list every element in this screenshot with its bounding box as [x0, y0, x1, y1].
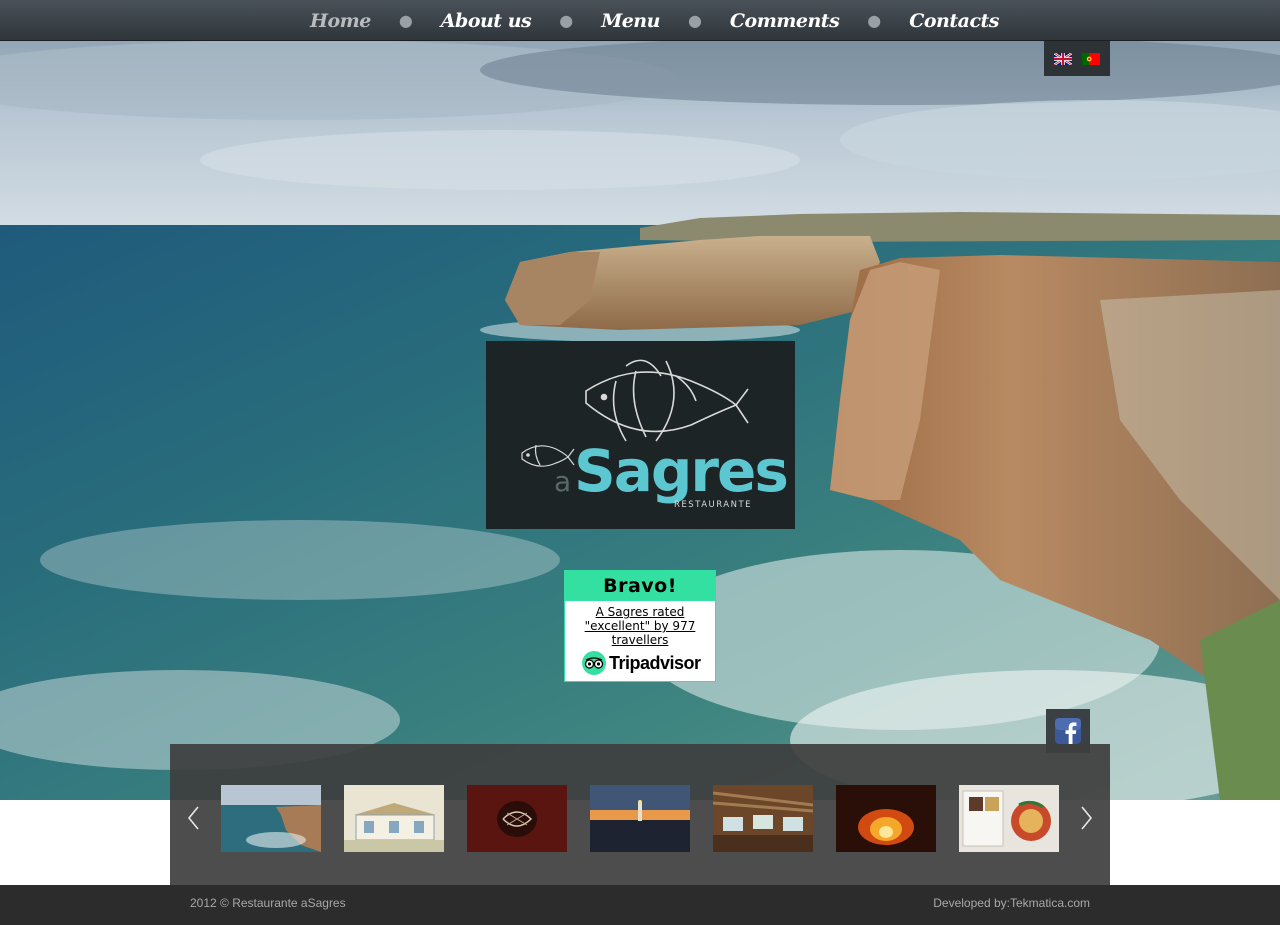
large-fish-icon — [585, 359, 749, 442]
nav-items: Home ● About us ● Menu ● Comments ● Cont… — [300, 0, 1009, 41]
logo-prefix: a — [554, 465, 571, 498]
page: Home ● About us ● Menu ● Comments ● Cont… — [0, 0, 1280, 925]
uk-flag-icon[interactable] — [1054, 52, 1072, 65]
logo-subtitle: RESTAURANTE — [674, 500, 752, 510]
nav-separator: ● — [398, 11, 413, 30]
top-navigation-bar: Home ● About us ● Menu ● Comments ● Cont… — [0, 0, 1280, 41]
tripadvisor-heading: Bravo! — [565, 571, 715, 601]
thumbnail-fireplace[interactable] — [836, 785, 936, 852]
developer-label: Developed by: — [933, 896, 1010, 910]
chevron-right-icon[interactable] — [1076, 804, 1096, 832]
nav-item-home[interactable]: Home — [300, 10, 381, 32]
thumbnail-restaurant-building-sketch[interactable] — [344, 785, 444, 852]
nav-separator: ● — [687, 11, 702, 30]
nav-separator: ● — [559, 11, 574, 30]
thumbnail-menu-magazine[interactable] — [959, 785, 1059, 852]
nav-item-about-us[interactable]: About us — [431, 10, 541, 32]
small-fish-icon — [521, 444, 575, 467]
developer-credit: Developed by:Tekmatica.com — [933, 896, 1090, 910]
tripadvisor-brand: Tripadvisor — [609, 652, 701, 673]
footer: 2012 © Restaurante aSagres Developed by:… — [0, 885, 1280, 925]
tripadvisor-logo[interactable]: Tripadvisor — [582, 651, 701, 675]
developer-link[interactable]: Tekmatica.com — [1010, 896, 1090, 910]
restaurant-logo: a Sagres RESTAURANTE — [486, 341, 795, 529]
thumbnail-fish-artwork[interactable] — [467, 785, 567, 852]
thumbnail-lighthouse-sunset[interactable] — [590, 785, 690, 852]
portugal-flag-icon[interactable] — [1082, 52, 1100, 65]
tripadvisor-widget: Bravo! A Sagres rated "excellent" by 977… — [564, 570, 716, 682]
logo-brand-name: Sagres — [574, 437, 787, 505]
nav-item-contacts[interactable]: Contacts — [899, 10, 1009, 32]
chevron-left-icon[interactable] — [184, 804, 204, 832]
copyright-text: 2012 © Restaurante aSagres — [190, 896, 346, 910]
tripadvisor-rating-link[interactable]: A Sagres rated "excellent" by 977 travel… — [565, 601, 715, 647]
thumbnail-coastal-cliffs[interactable] — [221, 785, 321, 852]
tripadvisor-owl-icon — [582, 651, 606, 675]
photo-gallery-strip — [170, 744, 1110, 885]
nav-separator: ● — [867, 11, 882, 30]
nav-item-comments[interactable]: Comments — [720, 10, 849, 32]
language-selector — [1044, 41, 1110, 76]
thumbnail-dining-room[interactable] — [713, 785, 813, 852]
facebook-icon — [1055, 718, 1081, 744]
nav-item-menu[interactable]: Menu — [591, 10, 670, 32]
